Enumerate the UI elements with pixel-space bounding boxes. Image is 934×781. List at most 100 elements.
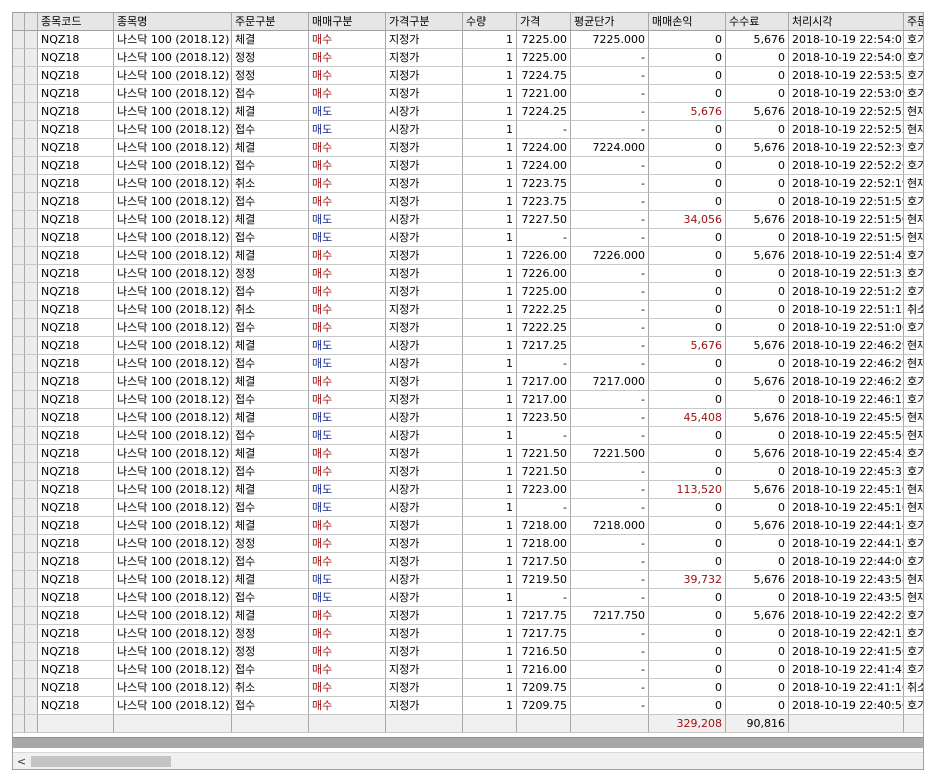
column-header-price-type[interactable]: 가격구분 bbox=[386, 13, 463, 31]
cell-fee: 0 bbox=[726, 553, 789, 571]
cell-time: 2018-10-19 22:46:29 bbox=[789, 355, 904, 373]
table-row[interactable]: NQZ18 나스닥 100 (2018.12) 체결 매수 지정가 1 7225.00 722… bbox=[13, 31, 923, 49]
cell-side: 매수 bbox=[309, 391, 386, 409]
table-row[interactable]: NQZ18 나스닥 100 (2018.12) 접수 매수 지정가 1 7217.00-0 0… bbox=[13, 391, 923, 409]
column-header-fee[interactable]: 수수료 bbox=[726, 13, 789, 31]
cell-order-type: 취소 bbox=[232, 679, 309, 697]
cell-fee: 0 bbox=[726, 283, 789, 301]
table-row[interactable]: NQZ18 나스닥 100 (2018.12) 정정 매수 지정가 1 7216.50-0 0… bbox=[13, 643, 923, 661]
cell-note: 현재 bbox=[904, 571, 923, 589]
table-row[interactable]: NQZ18 나스닥 100 (2018.12) 정정 매수 지정가 1 7225.00-0 0… bbox=[13, 49, 923, 67]
column-header-order-type[interactable]: 주문구분 bbox=[232, 13, 309, 31]
horizontal-scrollbar[interactable]: < bbox=[13, 752, 923, 769]
column-header-qty[interactable]: 수량 bbox=[463, 13, 517, 31]
cell-price-type: 시장가 bbox=[386, 427, 463, 445]
row-indicator bbox=[13, 67, 25, 85]
table-row[interactable]: NQZ18 나스닥 100 (2018.12) 정정 매수 지정가 1 7217.75-0 0… bbox=[13, 625, 923, 643]
cell-qty: 1 bbox=[463, 355, 517, 373]
table-row[interactable]: NQZ18 나스닥 100 (2018.12) 접수 매수 지정가 1 7225.00-0 0… bbox=[13, 283, 923, 301]
cell-avg-price: - bbox=[571, 409, 649, 427]
column-header-time[interactable]: 처리시각 bbox=[789, 13, 904, 31]
table-row[interactable]: NQZ18 나스닥 100 (2018.12) 체결 매수 지정가 1 7217.75 721… bbox=[13, 607, 923, 625]
table-row[interactable]: NQZ18 나스닥 100 (2018.12) 체결 매수 지정가 1 7221.50 722… bbox=[13, 445, 923, 463]
column-header-avg-price[interactable]: 평균단가 bbox=[571, 13, 649, 31]
table-row[interactable]: NQZ18 나스닥 100 (2018.12) 체결 매도 시장가 1 7223.50-45… bbox=[13, 409, 923, 427]
table-row[interactable]: NQZ18 나스닥 100 (2018.12) 접수 매수 지정가 1 7217.50-0 0… bbox=[13, 553, 923, 571]
cell-note: 호가 bbox=[904, 67, 923, 85]
table-row[interactable]: NQZ18 나스닥 100 (2018.12) 체결 매도 시장가 1 7219.50-39… bbox=[13, 571, 923, 589]
cell-price: 7223.75 bbox=[517, 193, 571, 211]
table-row[interactable]: NQZ18 나스닥 100 (2018.12) 접수 매수 지정가 1 7216.00-0 0… bbox=[13, 661, 923, 679]
table-row[interactable]: NQZ18 나스닥 100 (2018.12) 접수 매도 시장가 1- -0 0 2018-1… bbox=[13, 427, 923, 445]
cell-side: 매수 bbox=[309, 517, 386, 535]
cell-avg-price: - bbox=[571, 301, 649, 319]
column-header-price[interactable]: 가격 bbox=[517, 13, 571, 31]
cell-pl: 0 bbox=[649, 139, 726, 157]
row-indicator-2 bbox=[25, 427, 38, 445]
table-row[interactable]: NQZ18 나스닥 100 (2018.12) 취소 매수 지정가 1 7223.75-0 0… bbox=[13, 175, 923, 193]
table-row[interactable]: NQZ18 나스닥 100 (2018.12) 접수 매도 시장가 1- -0 0 2018-1… bbox=[13, 121, 923, 139]
cell-avg-price: - bbox=[571, 121, 649, 139]
cell-price-type: 지정가 bbox=[386, 301, 463, 319]
table-row[interactable]: NQZ18 나스닥 100 (2018.12) 접수 매도 시장가 1- -0 0 2018-1… bbox=[13, 499, 923, 517]
table-row[interactable]: NQZ18 나스닥 100 (2018.12) 접수 매도 시장가 1- -0 0 2018-1… bbox=[13, 355, 923, 373]
table-row[interactable]: NQZ18 나스닥 100 (2018.12) 체결 매수 지정가 1 7218.00 721… bbox=[13, 517, 923, 535]
cell-fee: 5,676 bbox=[726, 409, 789, 427]
table-row[interactable]: NQZ18 나스닥 100 (2018.12) 체결 매도 시장가 1 7223.00-11… bbox=[13, 481, 923, 499]
column-header-side[interactable]: 매매구분 bbox=[309, 13, 386, 31]
cell-name: 나스닥 100 (2018.12) bbox=[114, 499, 232, 517]
table-row[interactable]: NQZ18 나스닥 100 (2018.12) 체결 매도 시장가 1 7224.25-5,… bbox=[13, 103, 923, 121]
cell-pl: 0 bbox=[649, 283, 726, 301]
cell-qty: 1 bbox=[463, 175, 517, 193]
column-header-pl[interactable]: 매매손익 bbox=[649, 13, 726, 31]
cell-price-type: 지정가 bbox=[386, 319, 463, 337]
table-row[interactable]: NQZ18 나스닥 100 (2018.12) 정정 매수 지정가 1 7218.00-0 0… bbox=[13, 535, 923, 553]
table-row[interactable]: NQZ18 나스닥 100 (2018.12) 정정 매수 지정가 1 7224.75-0 0… bbox=[13, 67, 923, 85]
cell-order-type: 정정 bbox=[232, 625, 309, 643]
scrollbar-thumb[interactable] bbox=[31, 756, 171, 767]
column-header-name[interactable]: 종목명 bbox=[114, 13, 232, 31]
cell-avg-price: 7217.750 bbox=[571, 607, 649, 625]
table-row[interactable]: NQZ18 나스닥 100 (2018.12) 접수 매수 지정가 1 7209.75-0 0… bbox=[13, 697, 923, 715]
cell-side: 매수 bbox=[309, 445, 386, 463]
row-indicator bbox=[13, 31, 25, 49]
row-indicator-2 bbox=[25, 319, 38, 337]
table-row[interactable]: NQZ18 나스닥 100 (2018.12) 취소 매수 지정가 1 7222.25-0 0… bbox=[13, 301, 923, 319]
table-row[interactable]: NQZ18 나스닥 100 (2018.12) 접수 매수 지정가 1 7223.75-0 0… bbox=[13, 193, 923, 211]
table-row[interactable]: NQZ18 나스닥 100 (2018.12) 접수 매도 시장가 1- -0 0 2018-1… bbox=[13, 589, 923, 607]
cell-name: 나스닥 100 (2018.12) bbox=[114, 301, 232, 319]
row-indicator bbox=[13, 409, 25, 427]
column-header-code[interactable]: 종목코드 bbox=[38, 13, 114, 31]
table-row[interactable]: NQZ18 나스닥 100 (2018.12) 체결 매도 시장가 1 7217.25-5,… bbox=[13, 337, 923, 355]
row-indicator-2 bbox=[25, 31, 38, 49]
table-row[interactable]: NQZ18 나스닥 100 (2018.12) 취소 매수 지정가 1 7209.75-0 0… bbox=[13, 679, 923, 697]
chevron-left-icon[interactable]: < bbox=[13, 753, 30, 769]
table-row[interactable]: NQZ18 나스닥 100 (2018.12) 체결 매수 지정가 1 7217.00 721… bbox=[13, 373, 923, 391]
table-row[interactable]: NQZ18 나스닥 100 (2018.12) 접수 매수 지정가 1 7222.25-0 0… bbox=[13, 319, 923, 337]
cell-avg-price: - bbox=[571, 193, 649, 211]
row-indicator-2 bbox=[25, 589, 38, 607]
grid-body: NQZ18 나스닥 100 (2018.12) 체결 매수 지정가 1 7225.00 722… bbox=[13, 31, 923, 715]
cell-pl: 0 bbox=[649, 175, 726, 193]
table-row[interactable]: NQZ18 나스닥 100 (2018.12) 체결 매수 지정가 1 7226.00 722… bbox=[13, 247, 923, 265]
cell-note: 호가 bbox=[904, 643, 923, 661]
table-row[interactable]: NQZ18 나스닥 100 (2018.12) 접수 매도 시장가 1- -0 0 2018-1… bbox=[13, 229, 923, 247]
cell-pl: 0 bbox=[649, 121, 726, 139]
cell-price: 7224.75 bbox=[517, 67, 571, 85]
column-header-note[interactable]: 주문 bbox=[904, 13, 923, 31]
table-row[interactable]: NQZ18 나스닥 100 (2018.12) 접수 매수 지정가 1 7224.00-0 0… bbox=[13, 157, 923, 175]
cell-note: 취소 bbox=[904, 301, 923, 319]
cell-code: NQZ18 bbox=[38, 103, 114, 121]
totals-cell-empty bbox=[463, 715, 517, 733]
table-row[interactable]: NQZ18 나스닥 100 (2018.12) 체결 매수 지정가 1 7224.00 722… bbox=[13, 139, 923, 157]
table-row[interactable]: NQZ18 나스닥 100 (2018.12) 정정 매수 지정가 1 7226.00-0 0… bbox=[13, 265, 923, 283]
table-row[interactable]: NQZ18 나스닥 100 (2018.12) 체결 매도 시장가 1 7227.50-34… bbox=[13, 211, 923, 229]
grid-footer-band bbox=[13, 737, 923, 748]
table-row[interactable]: NQZ18 나스닥 100 (2018.12) 접수 매수 지정가 1 7221.50-0 0… bbox=[13, 463, 923, 481]
cell-price-type: 지정가 bbox=[386, 661, 463, 679]
row-indicator bbox=[13, 607, 25, 625]
row-indicator-2 bbox=[25, 553, 38, 571]
cell-qty: 1 bbox=[463, 121, 517, 139]
table-row[interactable]: NQZ18 나스닥 100 (2018.12) 접수 매수 지정가 1 7221.00-0 0… bbox=[13, 85, 923, 103]
cell-fee: 0 bbox=[726, 67, 789, 85]
